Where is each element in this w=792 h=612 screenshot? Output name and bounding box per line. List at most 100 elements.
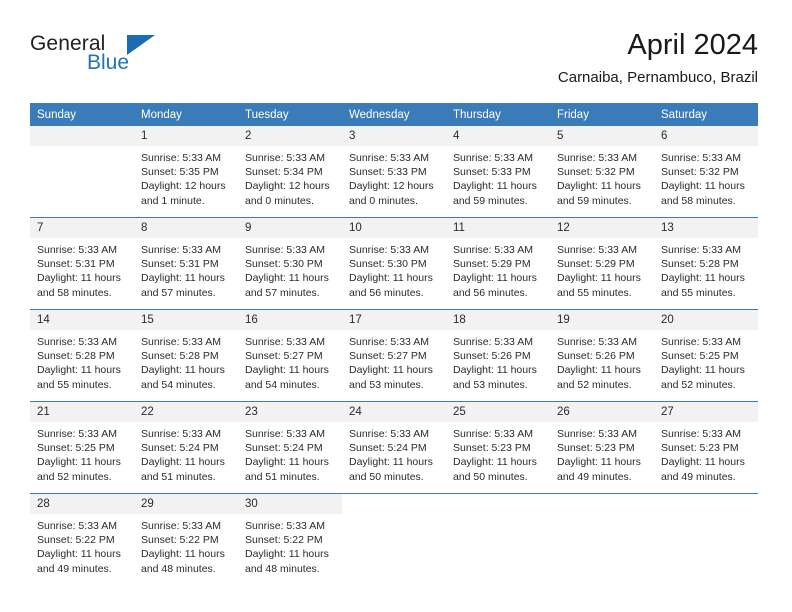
day-info-line: Daylight: 12 hours bbox=[349, 180, 434, 193]
day-info-line: Sunrise: 5:33 AM bbox=[141, 152, 221, 164]
calendar-cell: 22 Sunrise: 5:33 AM Sunset: 5:24 PM Dayligh… bbox=[134, 401, 238, 494]
calendar-cell: 21 Sunrise: 5:33 AM Sunset: 5:25 PM Dayligh… bbox=[30, 401, 134, 494]
day-cell-24[interactable]: 24 Sunrise: 5:33 AM Sunset: 5:24 PM Dayligh… bbox=[342, 402, 446, 493]
day-info-line: Sunrise: 5:33 AM bbox=[557, 244, 637, 256]
day-info-line: Daylight: 11 hours bbox=[349, 272, 433, 285]
calendar-cell: 13 Sunrise: 5:33 AM Sunset: 5:28 PM Dayligh… bbox=[654, 217, 758, 310]
day-cell-10[interactable]: 10 Sunrise: 5:33 AM Sunset: 5:30 PM Dayligh… bbox=[342, 218, 446, 309]
calendar-cell: 25 Sunrise: 5:33 AM Sunset: 5:23 PM Dayligh… bbox=[446, 401, 550, 494]
day-info-line: Sunrise: 5:33 AM bbox=[141, 336, 221, 348]
day-cell-19[interactable]: 19 Sunrise: 5:33 AM Sunset: 5:26 PM Dayligh… bbox=[550, 310, 654, 401]
calendar-cell: 9 Sunrise: 5:33 AM Sunset: 5:30 PM Daylight… bbox=[238, 217, 342, 310]
calendar-cell: 1 Sunrise: 5:33 AM Sunset: 5:35 PM Daylight… bbox=[134, 126, 238, 218]
calendar-cell: 27 Sunrise: 5:33 AM Sunset: 5:23 PM Dayligh… bbox=[654, 401, 758, 494]
day-info: Sunrise: 5:33 AM Sunset: 5:31 PM Daylight:… bbox=[134, 238, 238, 300]
day-cell-29[interactable]: 29 Sunrise: 5:33 AM Sunset: 5:22 PM Dayligh… bbox=[134, 494, 238, 585]
day-info-line: Sunset: 5:24 PM bbox=[349, 442, 427, 455]
day-cell-17[interactable]: 17 Sunrise: 5:33 AM Sunset: 5:27 PM Dayligh… bbox=[342, 310, 446, 401]
day-number: 18 bbox=[446, 310, 550, 330]
general-blue-logo: General Blue bbox=[30, 32, 160, 84]
day-cell-12[interactable]: 12 Sunrise: 5:33 AM Sunset: 5:29 PM Dayligh… bbox=[550, 218, 654, 309]
day-cell-2[interactable]: 2 Sunrise: 5:33 AM Sunset: 5:34 PM Daylight… bbox=[238, 126, 342, 217]
day-info-line: and 49 minutes. bbox=[557, 470, 632, 483]
day-info: Sunrise: 5:33 AM Sunset: 5:26 PM Daylight:… bbox=[550, 330, 654, 392]
calendar-header-row: Sunday Monday Tuesday Wednesday Thursday Frid… bbox=[30, 103, 758, 126]
calendar-cell: 19 Sunrise: 5:33 AM Sunset: 5:26 PM Dayligh… bbox=[550, 309, 654, 402]
day-info-line: Sunrise: 5:33 AM bbox=[453, 428, 533, 440]
day-cell-16[interactable]: 16 Sunrise: 5:33 AM Sunset: 5:27 PM Dayligh… bbox=[238, 310, 342, 401]
day-number bbox=[654, 494, 758, 514]
day-cell-28[interactable]: 28 Sunrise: 5:33 AM Sunset: 5:22 PM Dayligh… bbox=[30, 494, 134, 585]
day-info-line: Daylight: 11 hours bbox=[349, 364, 433, 377]
day-info-line: Daylight: 11 hours bbox=[141, 548, 225, 561]
day-info-line: Daylight: 11 hours bbox=[557, 456, 641, 469]
day-number: 13 bbox=[654, 218, 758, 238]
day-info: Sunrise: 5:33 AM Sunset: 5:27 PM Daylight:… bbox=[238, 330, 342, 392]
day-info-line: Sunset: 5:35 PM bbox=[141, 166, 219, 179]
day-info-line: Daylight: 11 hours bbox=[557, 364, 641, 377]
day-number: 4 bbox=[446, 126, 550, 146]
day-cell-7[interactable]: 7 Sunrise: 5:33 AM Sunset: 5:31 PM Daylight… bbox=[30, 218, 134, 309]
calendar-cell: 26 Sunrise: 5:33 AM Sunset: 5:23 PM Dayligh… bbox=[550, 401, 654, 494]
day-info-line: Daylight: 11 hours bbox=[661, 364, 745, 377]
day-cell-9[interactable]: 9 Sunrise: 5:33 AM Sunset: 5:30 PM Daylight… bbox=[238, 218, 342, 309]
day-number bbox=[446, 494, 550, 514]
day-cell-20[interactable]: 20 Sunrise: 5:33 AM Sunset: 5:25 PM Dayligh… bbox=[654, 310, 758, 401]
day-info-line: Daylight: 11 hours bbox=[141, 456, 225, 469]
day-cell-22[interactable]: 22 Sunrise: 5:33 AM Sunset: 5:24 PM Dayligh… bbox=[134, 402, 238, 493]
day-info: Sunrise: 5:33 AM Sunset: 5:28 PM Daylight:… bbox=[134, 330, 238, 392]
weekday-header-wednesday: Wednesday bbox=[342, 103, 446, 126]
day-info: Sunrise: 5:33 AM Sunset: 5:27 PM Daylight:… bbox=[342, 330, 446, 392]
calendar-cell bbox=[654, 493, 758, 585]
day-number: 23 bbox=[238, 402, 342, 422]
day-info-line: Sunrise: 5:33 AM bbox=[245, 336, 325, 348]
day-cell-14[interactable]: 14 Sunrise: 5:33 AM Sunset: 5:28 PM Dayligh… bbox=[30, 310, 134, 401]
day-info-line: and 55 minutes. bbox=[661, 286, 736, 299]
day-info-line: Sunset: 5:33 PM bbox=[453, 166, 531, 179]
day-cell-6[interactable]: 6 Sunrise: 5:33 AM Sunset: 5:32 PM Daylight… bbox=[654, 126, 758, 217]
day-cell-25[interactable]: 25 Sunrise: 5:33 AM Sunset: 5:23 PM Dayligh… bbox=[446, 402, 550, 493]
calendar-cell: 16 Sunrise: 5:33 AM Sunset: 5:27 PM Dayligh… bbox=[238, 309, 342, 402]
day-info-line: Sunrise: 5:33 AM bbox=[141, 244, 221, 256]
day-cell-15[interactable]: 15 Sunrise: 5:33 AM Sunset: 5:28 PM Dayligh… bbox=[134, 310, 238, 401]
day-info-line: Daylight: 11 hours bbox=[245, 456, 329, 469]
day-number: 27 bbox=[654, 402, 758, 422]
calendar-week-row: 21 Sunrise: 5:33 AM Sunset: 5:25 PM Dayligh… bbox=[30, 401, 758, 494]
day-number: 20 bbox=[654, 310, 758, 330]
day-number bbox=[550, 494, 654, 514]
day-cell-27[interactable]: 27 Sunrise: 5:33 AM Sunset: 5:23 PM Dayligh… bbox=[654, 402, 758, 493]
calendar-cell: 20 Sunrise: 5:33 AM Sunset: 5:25 PM Dayligh… bbox=[654, 309, 758, 402]
day-number: 6 bbox=[654, 126, 758, 146]
calendar-cell: 5 Sunrise: 5:33 AM Sunset: 5:32 PM Daylight… bbox=[550, 126, 654, 218]
day-info: Sunrise: 5:33 AM Sunset: 5:34 PM Daylight:… bbox=[238, 146, 342, 208]
day-info-line: and 57 minutes. bbox=[141, 286, 216, 299]
day-info-line: and 52 minutes. bbox=[661, 378, 736, 391]
day-info-line: Daylight: 11 hours bbox=[141, 272, 225, 285]
day-info: Sunrise: 5:33 AM Sunset: 5:22 PM Daylight:… bbox=[134, 514, 238, 576]
day-cell-11[interactable]: 11 Sunrise: 5:33 AM Sunset: 5:29 PM Dayligh… bbox=[446, 218, 550, 309]
day-number: 2 bbox=[238, 126, 342, 146]
weekday-header-saturday: Saturday bbox=[654, 103, 758, 126]
day-cell-1[interactable]: 1 Sunrise: 5:33 AM Sunset: 5:35 PM Daylight… bbox=[134, 126, 238, 217]
day-cell-5[interactable]: 5 Sunrise: 5:33 AM Sunset: 5:32 PM Daylight… bbox=[550, 126, 654, 217]
day-info-line: and 54 minutes. bbox=[141, 378, 216, 391]
day-info: Sunrise: 5:33 AM Sunset: 5:35 PM Daylight:… bbox=[134, 146, 238, 208]
day-number: 22 bbox=[134, 402, 238, 422]
day-cell-4[interactable]: 4 Sunrise: 5:33 AM Sunset: 5:33 PM Daylight… bbox=[446, 126, 550, 217]
day-cell-21[interactable]: 21 Sunrise: 5:33 AM Sunset: 5:25 PM Dayligh… bbox=[30, 402, 134, 493]
day-info-line: Daylight: 11 hours bbox=[557, 180, 641, 193]
day-cell-26[interactable]: 26 Sunrise: 5:33 AM Sunset: 5:23 PM Dayligh… bbox=[550, 402, 654, 493]
day-info: Sunrise: 5:33 AM Sunset: 5:22 PM Daylight:… bbox=[238, 514, 342, 576]
calendar-cell: 8 Sunrise: 5:33 AM Sunset: 5:31 PM Daylight… bbox=[134, 217, 238, 310]
day-cell-30[interactable]: 30 Sunrise: 5:33 AM Sunset: 5:22 PM Dayligh… bbox=[238, 494, 342, 585]
day-cell-23[interactable]: 23 Sunrise: 5:33 AM Sunset: 5:24 PM Dayligh… bbox=[238, 402, 342, 493]
day-cell-13[interactable]: 13 Sunrise: 5:33 AM Sunset: 5:28 PM Dayligh… bbox=[654, 218, 758, 309]
day-info-line: and 51 minutes. bbox=[245, 470, 320, 483]
day-number: 12 bbox=[550, 218, 654, 238]
calendar-cell: 29 Sunrise: 5:33 AM Sunset: 5:22 PM Dayligh… bbox=[134, 493, 238, 585]
day-cell-8[interactable]: 8 Sunrise: 5:33 AM Sunset: 5:31 PM Daylight… bbox=[134, 218, 238, 309]
calendar-table: Sunday Monday Tuesday Wednesday Thursday Frid… bbox=[30, 103, 758, 585]
day-number: 15 bbox=[134, 310, 238, 330]
day-cell-3[interactable]: 3 Sunrise: 5:33 AM Sunset: 5:33 PM Daylight… bbox=[342, 126, 446, 217]
day-cell-18[interactable]: 18 Sunrise: 5:33 AM Sunset: 5:26 PM Dayligh… bbox=[446, 310, 550, 401]
